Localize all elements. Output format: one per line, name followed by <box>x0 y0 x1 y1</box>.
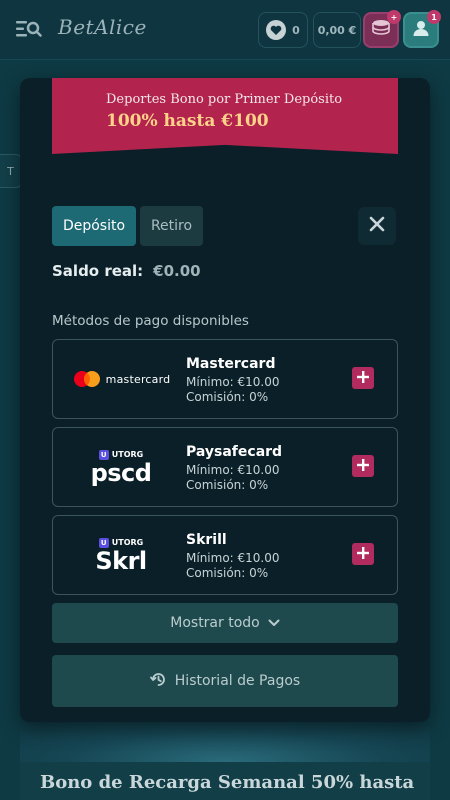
payment-history-button[interactable]: Historial de Pagos <box>52 655 398 707</box>
user-button[interactable]: 1 <box>403 10 441 48</box>
method-fee: Comisión: 0% <box>186 478 269 492</box>
plus-icon <box>356 545 370 564</box>
wallet-button[interactable]: + <box>363 10 401 48</box>
notification-badge: 1 <box>427 10 441 24</box>
method-name: Paysafecard <box>186 444 283 460</box>
close-button[interactable] <box>358 207 396 245</box>
payment-method-mastercard[interactable]: mastercard Mastercard Mínimo: €10.00 Com… <box>52 339 398 419</box>
method-name: Mastercard <box>186 356 276 372</box>
methods-heading: Métodos de pago disponibles <box>52 313 249 329</box>
promo-title[interactable]: Bono de Recarga Semanal 50% hasta <box>20 762 430 800</box>
favorites-pill[interactable]: 0 <box>258 12 308 48</box>
close-icon <box>369 216 385 236</box>
paysafecard-wordmark: pscd <box>90 458 152 487</box>
utorg-icon: U <box>98 537 109 548</box>
mastercard-logo: mastercard <box>69 340 173 418</box>
payment-method-paysafecard[interactable]: U UTORG pscd Paysafecard Mínimo: €10.00 C… <box>52 427 398 507</box>
balance-pill[interactable]: 0,00 € <box>313 12 361 48</box>
method-minimum: Mínimo: €10.00 <box>186 551 280 565</box>
plus-icon <box>356 369 370 388</box>
method-minimum: Mínimo: €10.00 <box>186 375 280 389</box>
payment-method-skrill[interactable]: U UTORG Skrl Skrill Mínimo: €10.00 Comisi… <box>52 515 398 595</box>
bonus-banner[interactable]: Deportes Bono por Primer Depósito 100% h… <box>52 78 398 154</box>
add-method-button[interactable] <box>352 543 374 565</box>
header-balance: 0,00 € <box>317 23 357 37</box>
history-icon <box>149 671 167 692</box>
utorg-icon: U <box>98 449 109 460</box>
method-name: Skrill <box>186 532 227 548</box>
user-icon <box>412 19 430 41</box>
banner-title: 100% hasta €100 <box>106 111 269 131</box>
site-logo[interactable]: BetAlice <box>58 15 147 39</box>
method-minimum: Mínimo: €10.00 <box>186 463 280 477</box>
tab-deposit[interactable]: Depósito <box>52 206 136 246</box>
method-fee: Comisión: 0% <box>186 390 269 404</box>
top-bar: BetAlice 0 0,00 € + 1 <box>0 0 450 60</box>
menu-search-icon[interactable] <box>16 18 42 40</box>
mastercard-wordmark: mastercard <box>105 372 171 386</box>
method-fee: Comisión: 0% <box>186 566 269 580</box>
plus-icon <box>356 457 370 476</box>
promo-image <box>20 722 430 762</box>
coins-icon <box>371 19 391 41</box>
history-label: Historial de Pagos <box>174 673 301 689</box>
chevron-down-icon <box>268 615 280 631</box>
deposit-modal: Deportes Bono por Primer Depósito 100% h… <box>20 78 430 722</box>
real-balance: Saldo real: €0.00 <box>52 262 201 280</box>
banner-subtitle: Deportes Bono por Primer Depósito <box>106 92 343 107</box>
favorites-count: 0 <box>292 23 300 37</box>
side-tab[interactable]: T <box>0 154 22 188</box>
add-method-button[interactable] <box>352 367 374 389</box>
balance-label: Saldo real: <box>52 262 144 280</box>
skrill-logo: U UTORG Skrl <box>69 516 173 594</box>
show-all-button[interactable]: Mostrar todo <box>52 603 398 643</box>
utorg-label: UTORG <box>111 538 144 547</box>
paysafecard-logo: U UTORG pscd <box>69 428 173 506</box>
wallet-plus-badge: + <box>387 10 401 24</box>
utorg-label: UTORG <box>111 450 144 459</box>
balance-value: €0.00 <box>153 262 201 280</box>
skrill-wordmark: Skrl <box>95 546 147 575</box>
add-method-button[interactable] <box>352 455 374 477</box>
show-all-label: Mostrar todo <box>170 615 260 631</box>
heart-icon <box>266 20 287 40</box>
tab-withdraw[interactable]: Retiro <box>140 206 203 246</box>
